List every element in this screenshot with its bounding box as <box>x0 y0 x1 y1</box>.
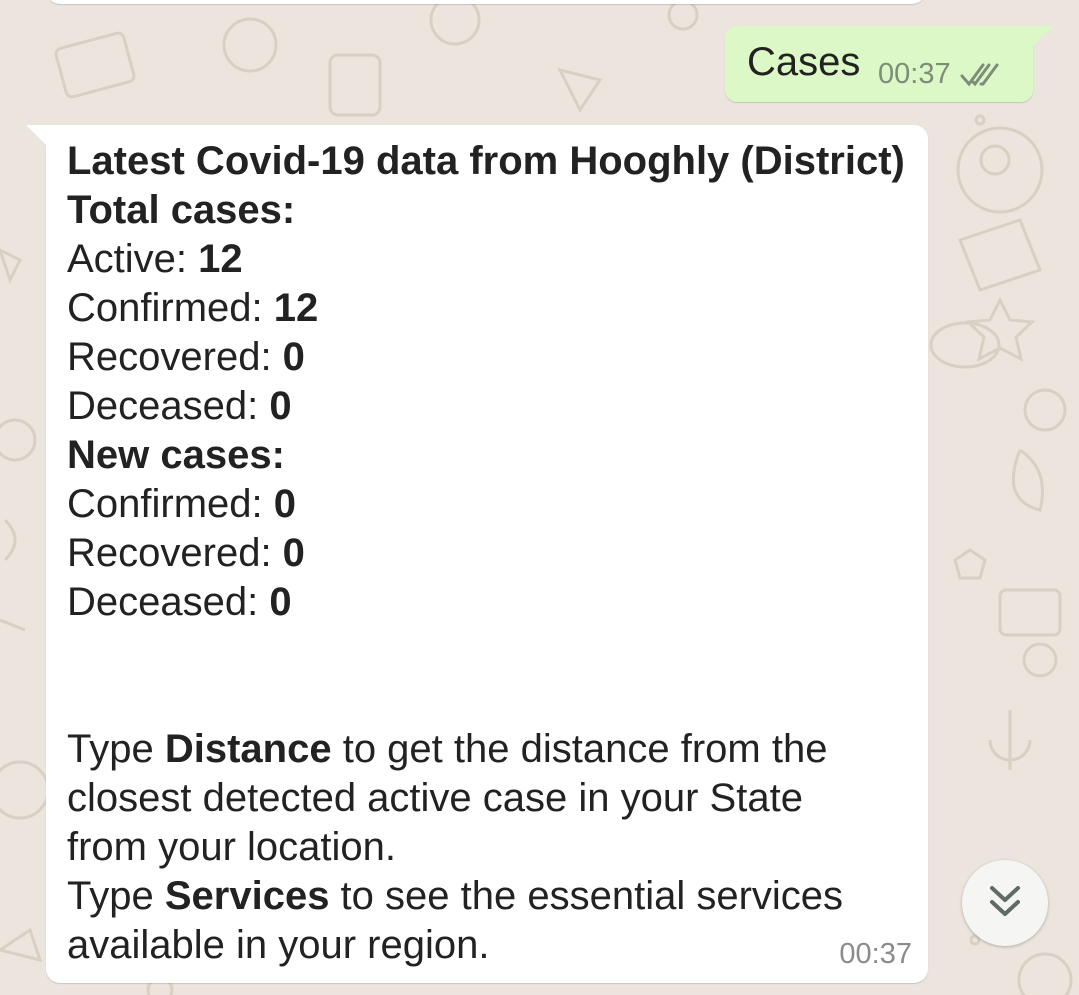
double-check-icon <box>959 62 1003 88</box>
new-cases-heading: New cases: <box>67 433 285 477</box>
total-deceased-row: Deceased: 0 <box>67 384 292 428</box>
incoming-message-bubble[interactable]: Latest Covid-19 data from Hooghly (Distr… <box>26 125 928 983</box>
services-instruction-line-1: Type Services to see the essential servi… <box>67 874 844 918</box>
outgoing-message-meta: 00:37 <box>878 58 1003 91</box>
new-recovered-row: Recovered: 0 <box>67 531 305 575</box>
double-chevron-down-icon <box>986 882 1024 925</box>
total-cases-heading: Total cases: <box>67 188 296 232</box>
distance-instruction-line-3: from your location. <box>67 825 397 869</box>
new-deceased-row: Deceased: 0 <box>67 580 292 624</box>
scroll-to-bottom-button[interactable] <box>962 860 1048 946</box>
outgoing-message-text: Cases <box>747 40 861 84</box>
bubble-tail <box>26 125 46 145</box>
bubble-tail <box>1033 26 1053 46</box>
total-recovered-row: Recovered: 0 <box>67 335 305 379</box>
distance-instruction-line-1: Type Distance to get the distance from t… <box>67 727 828 771</box>
message-title: Latest Covid-19 data from Hooghly (Distr… <box>67 139 905 183</box>
incoming-message-text: Latest Covid-19 data from Hooghly (Distr… <box>67 137 917 970</box>
services-instruction-line-2: available in your region. <box>67 923 490 967</box>
outgoing-message-bubble[interactable]: Cases 00:37 <box>725 26 1053 102</box>
total-active-row: Active: 12 <box>67 237 243 281</box>
previous-message-bubble <box>46 0 926 4</box>
total-confirmed-row: Confirmed: 12 <box>67 286 319 330</box>
distance-instruction-line-2: closest detected active case in your Sta… <box>67 776 803 820</box>
outgoing-message-time: 00:37 <box>878 58 951 90</box>
incoming-message-time: 00:37 <box>839 938 912 970</box>
new-confirmed-row: Confirmed: 0 <box>67 482 296 526</box>
message-blank-space <box>67 627 917 725</box>
